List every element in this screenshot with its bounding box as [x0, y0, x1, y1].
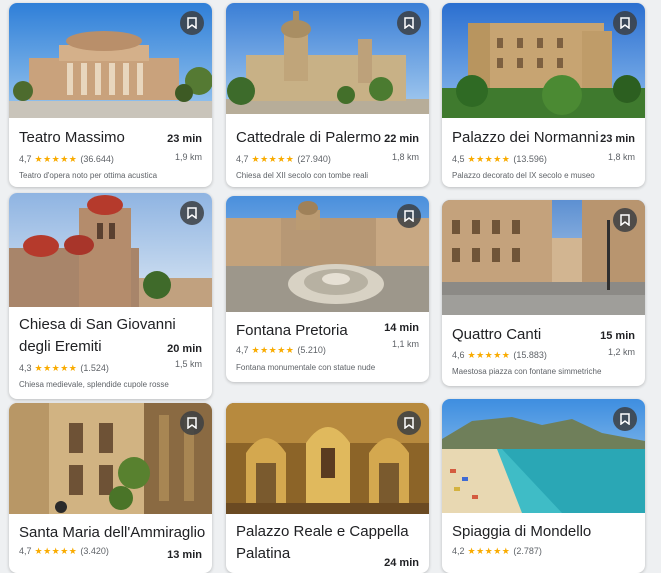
bookmark-icon: [404, 17, 414, 29]
save-button[interactable]: [613, 11, 637, 35]
place-description: Chiesa del XII secolo con tombe reali: [236, 171, 369, 180]
place-card-quattro-canti[interactable]: Quattro Canti 15 min 4,6 ★★★★★ (15.883) 1,…: [442, 200, 645, 386]
bookmark-icon: [620, 413, 630, 425]
rating-stars-icon: ★★★★★: [251, 345, 295, 355]
bookmark-icon: [187, 207, 197, 219]
review-count: (2.787): [513, 546, 542, 556]
place-card-fontana-pretoria[interactable]: Fontana Pretoria 14 min 4,7 ★★★★★ (5.210) …: [226, 196, 429, 382]
save-button[interactable]: [613, 407, 637, 431]
travel-time: 23 min: [167, 133, 202, 145]
distance: 1,1 km: [391, 339, 419, 349]
travel-time: 13 min: [167, 549, 202, 561]
rating-value: 4,7: [19, 154, 32, 164]
rating-stars-icon: ★★★★★: [34, 154, 78, 164]
place-description: Teatro d'opera noto per ottima acustica: [19, 171, 158, 180]
distance: 1,8 km: [391, 152, 419, 162]
place-title[interactable]: Quattro Canti: [452, 324, 541, 346]
rating-value: 4,6: [452, 350, 465, 360]
bookmark-icon: [404, 210, 414, 222]
place-card-teatro-massimo[interactable]: Teatro Massimo 23 min 4,7 ★★★★★ (36.644) 1…: [9, 3, 212, 187]
place-title[interactable]: Palazzo dei Normanni: [452, 127, 599, 149]
rating-stars-icon: ★★★★★: [467, 154, 511, 164]
place-card-cattedrale-di-palermo[interactable]: Cattedrale di Palermo 22 min 4,7 ★★★★★ (27…: [226, 3, 429, 187]
rating-stars-icon: ★★★★★: [251, 154, 295, 164]
save-button[interactable]: [397, 11, 421, 35]
place-title[interactable]: Cattedrale di Palermo: [236, 127, 381, 149]
place-card-palazzo-reale-cappella-palatina[interactable]: Palazzo Reale e Cappella Palatina 24 min: [226, 403, 429, 573]
rating-value: 4,3: [19, 363, 32, 373]
place-description: Fontana monumentale con statue nude: [236, 363, 376, 372]
rating-value: 4,7: [19, 546, 32, 556]
place-title[interactable]: Fontana Pretoria: [236, 320, 348, 342]
bookmark-icon: [620, 17, 630, 29]
review-count: (27.940): [297, 154, 331, 164]
bookmark-icon: [620, 214, 630, 226]
save-button[interactable]: [397, 411, 421, 435]
place-description: Palazzo decorato del IX secolo e museo: [452, 171, 595, 180]
travel-time: 15 min: [600, 330, 635, 342]
place-rating: 4,6 ★★★★★ (15.883): [452, 350, 547, 361]
place-rating: 4,2 ★★★★★ (2.787): [452, 546, 542, 557]
save-button[interactable]: [180, 411, 204, 435]
place-rating: 4,3 ★★★★★ (1.524): [19, 363, 109, 374]
rating-value: 4,5: [452, 154, 465, 164]
travel-time: 24 min: [384, 557, 419, 569]
place-card-san-giovanni-degli-eremiti[interactable]: Chiesa di San Giovanni degli Eremiti 20 …: [9, 193, 212, 399]
travel-time: 23 min: [600, 133, 635, 145]
place-title[interactable]: Teatro Massimo: [19, 127, 125, 149]
place-description: Chiesa medievale, splendide cupole rosse: [19, 380, 169, 389]
travel-time: 22 min: [384, 133, 419, 145]
distance: 1,8 km: [607, 152, 635, 162]
place-rating: 4,5 ★★★★★ (13.596): [452, 154, 547, 165]
place-description: Maestosa piazza con fontane simmetriche: [452, 367, 602, 376]
review-count: (1.524): [80, 363, 109, 373]
review-count: (3.420): [80, 546, 109, 556]
save-button[interactable]: [613, 208, 637, 232]
place-card-palazzo-dei-normanni[interactable]: Palazzo dei Normanni 23 min 4,5 ★★★★★ (13.…: [442, 3, 645, 187]
travel-time: 14 min: [384, 322, 419, 334]
rating-stars-icon: ★★★★★: [467, 546, 511, 556]
review-count: (36.644): [80, 154, 114, 164]
bookmark-icon: [187, 17, 197, 29]
review-count: (5.210): [297, 345, 326, 355]
rating-value: 4,7: [236, 345, 249, 355]
place-card-santa-maria-ammiraglio[interactable]: Santa Maria dell'Ammiraglio 4,7 ★★★★★ (3.4…: [9, 403, 212, 573]
rating-value: 4,7: [236, 154, 249, 164]
review-count: (15.883): [513, 350, 547, 360]
place-rating: 4,7 ★★★★★ (36.644): [19, 154, 114, 165]
save-button[interactable]: [397, 204, 421, 228]
place-rating: 4,7 ★★★★★ (5.210): [236, 345, 326, 356]
place-rating: 4,7 ★★★★★ (3.420): [19, 546, 109, 557]
save-button[interactable]: [180, 11, 204, 35]
place-rating: 4,7 ★★★★★ (27.940): [236, 154, 331, 165]
bookmark-icon: [187, 417, 197, 429]
bookmark-icon: [404, 417, 414, 429]
place-card-spiaggia-di-mondello[interactable]: Spiaggia di Mondello 4,2 ★★★★★ (2.787): [442, 399, 645, 573]
rating-value: 4,2: [452, 546, 465, 556]
distance: 1,9 km: [174, 152, 202, 162]
rating-stars-icon: ★★★★★: [34, 546, 78, 556]
rating-stars-icon: ★★★★★: [467, 350, 511, 360]
save-button[interactable]: [180, 201, 204, 225]
review-count: (13.596): [513, 154, 547, 164]
place-title[interactable]: Santa Maria dell'Ammiraglio: [19, 522, 205, 544]
place-title[interactable]: Spiaggia di Mondello: [452, 521, 591, 543]
distance: 1,5 km: [174, 359, 202, 369]
travel-time: 20 min: [167, 343, 202, 355]
distance: 1,2 km: [607, 347, 635, 357]
rating-stars-icon: ★★★★★: [34, 363, 78, 373]
